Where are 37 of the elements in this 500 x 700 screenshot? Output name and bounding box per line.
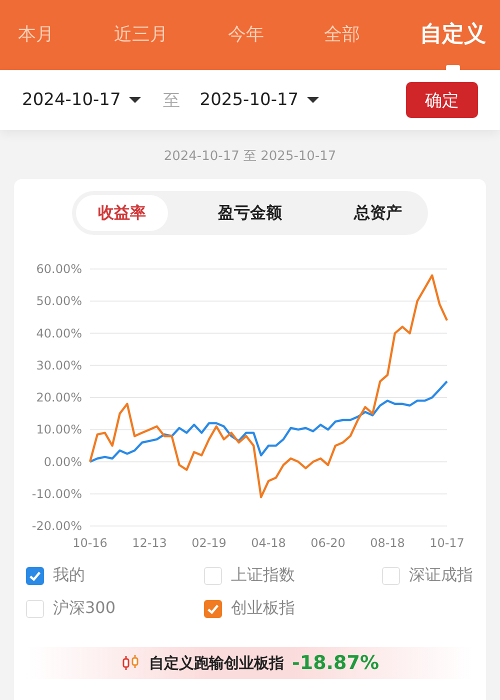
x-tick-label: 10-16 bbox=[72, 536, 108, 550]
legend-label: 沪深300 bbox=[53, 598, 116, 619]
period-tab[interactable]: 自定义 bbox=[420, 12, 486, 70]
y-tick-label: 20.00% bbox=[36, 390, 82, 404]
x-tick-label: 02-19 bbox=[192, 536, 226, 550]
confirm-button[interactable]: 确定 bbox=[406, 82, 478, 118]
segment-tab[interactable]: 总资产 bbox=[332, 195, 424, 231]
x-tick-label: 06-20 bbox=[310, 536, 346, 550]
summary-text: 自定义跑输创业板指 bbox=[148, 654, 284, 672]
y-tick-label: 60.00% bbox=[36, 262, 82, 276]
x-tick-label: 12-13 bbox=[132, 536, 167, 550]
candlestick-icon bbox=[120, 655, 141, 671]
x-tick-label: 10-17 bbox=[430, 536, 464, 550]
x-tick-label: 08-18 bbox=[370, 536, 405, 550]
caret-icon bbox=[306, 97, 319, 103]
end-date-dropdown[interactable]: 2025-10-17 bbox=[200, 90, 319, 110]
segment-tab[interactable]: 收益率 bbox=[76, 195, 168, 231]
y-tick-label: 10.00% bbox=[36, 422, 82, 437]
legend-label: 深证成指 bbox=[409, 565, 473, 586]
y-tick-label: -10.00% bbox=[32, 486, 82, 501]
summary-value: -18.87% bbox=[292, 652, 380, 674]
y-tick-label: 50.00% bbox=[36, 294, 82, 308]
caret-icon bbox=[128, 97, 141, 103]
period-label: 2024-10-17 至 2025-10-17 bbox=[162, 148, 338, 165]
y-tick-label: 0.00% bbox=[44, 454, 82, 469]
y-tick-label: 40.00% bbox=[36, 326, 82, 340]
legend-label: 创业板指 bbox=[231, 598, 295, 619]
x-tick-label: 04-18 bbox=[251, 536, 286, 550]
legend-label: 我的 bbox=[53, 565, 85, 586]
segment-tab[interactable]: 盈亏金额 bbox=[196, 195, 304, 231]
start-date-dropdown[interactable]: 2024-10-17 bbox=[22, 90, 141, 110]
y-tick-label: -20.00% bbox=[32, 519, 82, 533]
separator-text: 至 bbox=[162, 90, 180, 112]
checkbox[interactable] bbox=[26, 566, 44, 584]
checkbox[interactable] bbox=[204, 600, 222, 618]
y-tick-label: 30.00% bbox=[36, 358, 82, 372]
legend-label: 上证指数 bbox=[231, 565, 295, 586]
